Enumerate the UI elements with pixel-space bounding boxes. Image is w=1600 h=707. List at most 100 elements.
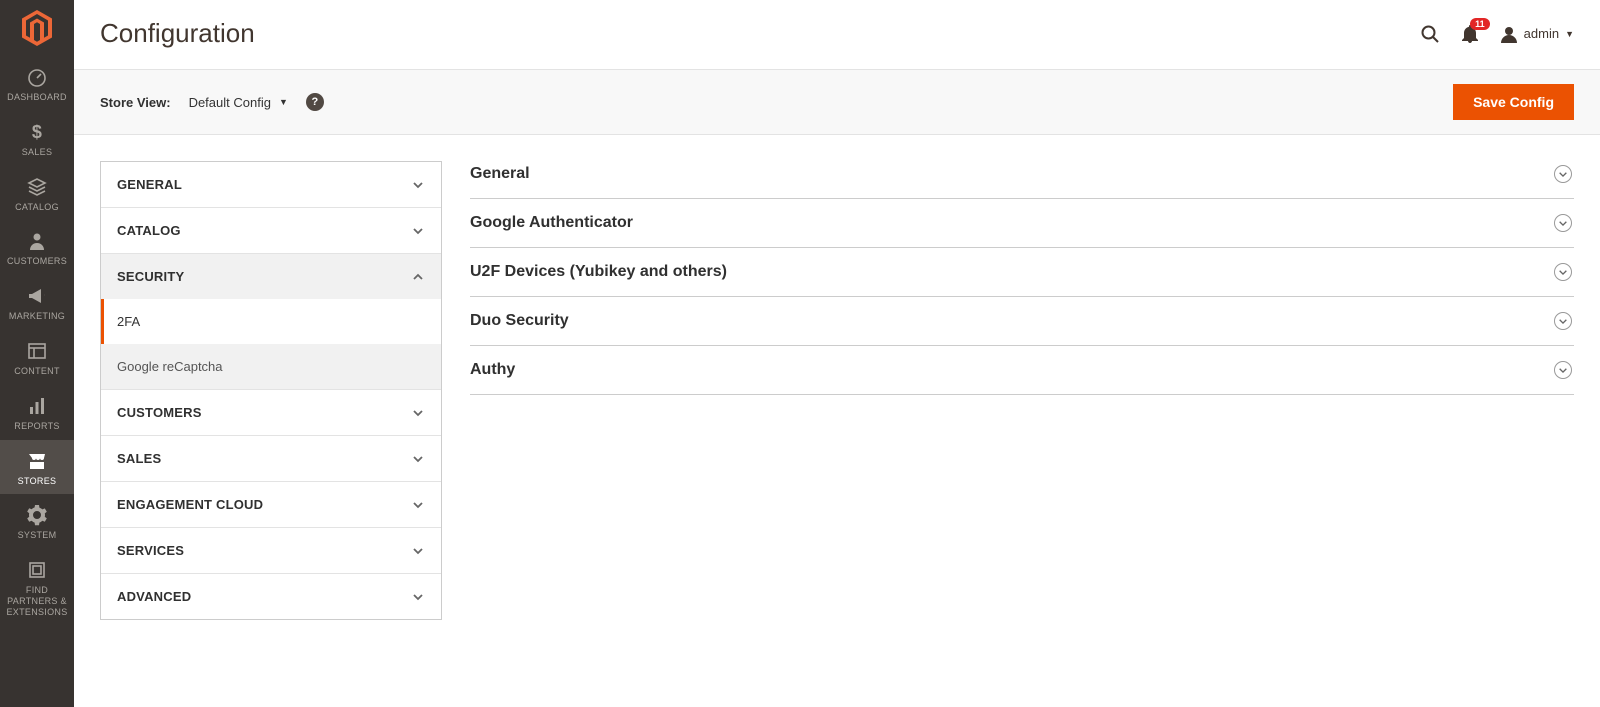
store-view-label: Store View: <box>100 95 171 110</box>
admin-username: admin <box>1524 26 1559 41</box>
config-nav-group-general: GENERAL <box>101 162 441 208</box>
notifications-bell[interactable]: 11 <box>1460 24 1480 44</box>
config-nav-group-engagement: ENGAGEMENT CLOUD <box>101 482 441 528</box>
nav-item-system[interactable]: SYSTEM <box>0 494 74 549</box>
config-panel-title: General <box>470 165 530 183</box>
caret-down-icon: ▼ <box>279 97 288 107</box>
system-icon <box>26 504 48 526</box>
expand-icon <box>1554 165 1572 183</box>
chevron-down-icon <box>411 452 425 466</box>
nav-item-customers[interactable]: CUSTOMERS <box>0 220 74 275</box>
nav-item-reports[interactable]: REPORTS <box>0 385 74 440</box>
help-icon[interactable]: ? <box>306 93 324 111</box>
nav-item-label: STORES <box>14 476 61 487</box>
reports-icon <box>26 395 48 417</box>
search-icon[interactable] <box>1420 24 1440 44</box>
nav-item-label: MARKETING <box>5 311 69 322</box>
config-nav-group-services: SERVICES <box>101 528 441 574</box>
expand-icon <box>1554 312 1572 330</box>
page-title: Configuration <box>100 18 255 49</box>
svg-text:$: $ <box>32 122 42 142</box>
nav-item-partners[interactable]: FIND PARTNERS & EXTENSIONS <box>0 549 74 625</box>
config-panel-general[interactable]: General <box>470 161 1574 199</box>
stores-icon <box>26 450 48 472</box>
config-nav-header-services[interactable]: SERVICES <box>101 528 441 573</box>
nav-item-label: CUSTOMERS <box>3 256 71 267</box>
config-nav: GENERAL CATALOG SECURITY 2FAGoogle reCaptch… <box>100 161 442 620</box>
chevron-down-icon <box>411 178 425 192</box>
store-view-value: Default Config <box>189 95 271 110</box>
content-icon <box>26 340 48 362</box>
config-nav-header-label: CATALOG <box>117 223 181 238</box>
store-view-select[interactable]: Default Config ▼ <box>189 95 288 110</box>
config-nav-header-engagement[interactable]: ENGAGEMENT CLOUD <box>101 482 441 527</box>
config-nav-header-label: SECURITY <box>117 269 184 284</box>
toolbar: Store View: Default Config ▼ ? Save Conf… <box>74 69 1600 135</box>
nav-item-label: REPORTS <box>10 421 63 432</box>
config-panel-title: Duo Security <box>470 312 569 330</box>
nav-item-sales[interactable]: $ SALES <box>0 111 74 166</box>
nav-item-label: DASHBOARD <box>3 92 71 103</box>
magento-logo-icon <box>21 10 53 46</box>
nav-item-marketing[interactable]: MARKETING <box>0 275 74 330</box>
nav-item-dashboard[interactable]: DASHBOARD <box>0 56 74 111</box>
header-actions: 11 admin ▼ <box>1420 24 1574 44</box>
config-nav-header-label: SERVICES <box>117 543 184 558</box>
config-nav-header-label: ADVANCED <box>117 589 191 604</box>
admin-user-menu[interactable]: admin ▼ <box>1500 25 1574 43</box>
config-nav-header-security[interactable]: SECURITY <box>101 254 441 299</box>
notification-badge: 11 <box>1470 18 1490 31</box>
content-columns: GENERAL CATALOG SECURITY 2FAGoogle reCaptch… <box>74 135 1600 646</box>
config-nav-header-label: CUSTOMERS <box>117 405 202 420</box>
brand-logo[interactable] <box>0 0 74 56</box>
config-nav-header-label: ENGAGEMENT CLOUD <box>117 497 263 512</box>
chevron-up-icon <box>411 270 425 284</box>
config-nav-header-label: GENERAL <box>117 177 182 192</box>
config-panel-title: Authy <box>470 361 515 379</box>
main-content: Configuration 11 admin ▼ <box>74 0 1600 646</box>
expand-icon <box>1554 361 1572 379</box>
partners-icon <box>26 559 48 581</box>
config-nav-group-sales: SALES <box>101 436 441 482</box>
dashboard-icon <box>26 66 48 88</box>
config-nav-header-customers[interactable]: CUSTOMERS <box>101 390 441 435</box>
store-view-scope: Store View: Default Config ▼ ? <box>100 93 324 111</box>
config-nav-header-general[interactable]: GENERAL <box>101 162 441 207</box>
config-panel-title: Google Authenticator <box>470 214 633 232</box>
config-nav-header-label: SALES <box>117 451 161 466</box>
config-nav-header-sales[interactable]: SALES <box>101 436 441 481</box>
config-panel-u2f[interactable]: U2F Devices (Yubikey and others) <box>470 248 1574 297</box>
config-nav-group-catalog: CATALOG <box>101 208 441 254</box>
config-nav-header-advanced[interactable]: ADVANCED <box>101 574 441 619</box>
config-nav-item-2fa[interactable]: 2FA <box>101 299 441 344</box>
nav-item-label: FIND PARTNERS & EXTENSIONS <box>0 585 74 617</box>
chevron-down-icon <box>411 224 425 238</box>
chevron-down-icon <box>411 544 425 558</box>
config-panels: General Google Authenticator U2F Devices (… <box>470 161 1574 395</box>
config-nav-header-catalog[interactable]: CATALOG <box>101 208 441 253</box>
chevron-down-icon <box>411 406 425 420</box>
chevron-down-icon <box>411 590 425 604</box>
nav-item-label: SYSTEM <box>14 530 61 541</box>
catalog-icon <box>26 176 48 198</box>
config-panel-duo[interactable]: Duo Security <box>470 297 1574 346</box>
expand-icon <box>1554 214 1572 232</box>
nav-item-label: CATALOG <box>11 202 63 213</box>
config-panel-authy[interactable]: Authy <box>470 346 1574 395</box>
page-header: Configuration 11 admin ▼ <box>74 0 1600 69</box>
config-panel-google_auth[interactable]: Google Authenticator <box>470 199 1574 248</box>
config-nav-sublist: 2FAGoogle reCaptcha <box>101 299 441 389</box>
save-config-button[interactable]: Save Config <box>1453 84 1574 120</box>
left-sidebar: DASHBOARD $ SALES CATALOG CUSTOMERS MARKETING… <box>0 0 74 707</box>
config-nav-item-recaptcha[interactable]: Google reCaptcha <box>101 344 441 389</box>
config-panel-title: U2F Devices (Yubikey and others) <box>470 263 727 281</box>
sales-icon: $ <box>26 121 48 143</box>
customers-icon <box>26 230 48 252</box>
config-nav-group-security: SECURITY 2FAGoogle reCaptcha <box>101 254 441 390</box>
nav-item-stores[interactable]: STORES <box>0 440 74 495</box>
user-icon <box>1500 25 1518 43</box>
nav-item-content[interactable]: CONTENT <box>0 330 74 385</box>
nav-item-label: SALES <box>18 147 57 158</box>
nav-item-catalog[interactable]: CATALOG <box>0 166 74 221</box>
chevron-down-icon <box>411 498 425 512</box>
